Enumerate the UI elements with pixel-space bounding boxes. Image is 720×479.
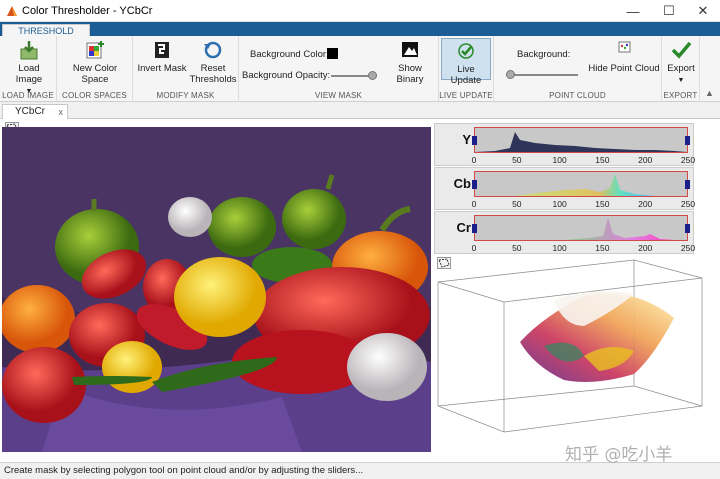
show-binary-label: Show Binary (396, 63, 424, 85)
window-title: Color Thresholder - YCbCr (22, 5, 153, 17)
export-icon (671, 41, 692, 59)
histogram-y-min-handle[interactable] (472, 136, 477, 145)
invert-mask-icon (155, 42, 169, 58)
histogram-cr: Cr 0 50 100 150 200 250 (434, 211, 696, 254)
group-export: Export ▼ EXPORT (662, 36, 700, 102)
group-point-cloud: Background: Hide Point Cloud POINT CLOUD (494, 36, 662, 102)
chevron-down-icon: ▼ (677, 77, 685, 84)
group-live-update: Live Update LIVE UPDATE (439, 36, 494, 102)
point-cloud-background-label: Background: (517, 49, 571, 60)
new-color-space-button[interactable]: New Color Space (60, 40, 130, 85)
group-label-live-update: LIVE UPDATE (439, 91, 493, 100)
group-view-mask: Background Color: Background Opacity: Sh… (239, 36, 439, 102)
point-cloud-background-slider[interactable] (506, 74, 578, 76)
ribbon-tab-strip (0, 22, 720, 36)
histogram-cr-ticks: 0 50 100 150 200 250 (471, 243, 696, 253)
load-image-button[interactable]: Load Image ▼ (4, 40, 54, 97)
document-tab-strip: YCbCr x (0, 103, 720, 120)
peppers-image (2, 127, 431, 452)
histogram-y-ticks: 0 50 100 150 200 250 (471, 155, 696, 165)
group-label-color-spaces: COLOR SPACES (62, 91, 127, 100)
background-opacity-slider-knob[interactable] (368, 71, 378, 80)
ribbon-toolbar: Load Image ▼ LOAD IMAGE New Color Space … (0, 36, 720, 102)
image-preview[interactable] (2, 127, 431, 452)
group-label-modify-mask: MODIFY MASK (156, 91, 215, 100)
histogram-cr-max-handle[interactable] (685, 224, 690, 233)
group-label-point-cloud: POINT CLOUD (549, 91, 606, 100)
export-button[interactable]: Export ▼ (663, 40, 699, 86)
reset-thresholds-icon (204, 41, 222, 59)
hide-point-cloud-button[interactable]: Hide Point Cloud (588, 40, 660, 74)
show-binary-button[interactable]: Show Binary (384, 40, 436, 85)
histogram-cr-label: Cr (456, 220, 471, 235)
group-load-image: Load Image ▼ LOAD IMAGE (0, 36, 57, 102)
document-tab-ycbcr[interactable]: YCbCr x (2, 104, 68, 120)
group-label-export: EXPORT (663, 91, 698, 100)
histogram-cb-ticks: 0 50 100 150 200 250 (471, 199, 696, 209)
reset-thresholds-button[interactable]: Reset Thresholds (189, 40, 237, 85)
new-color-space-label: New Color Space (72, 63, 118, 85)
reset-thresholds-label: Reset Thresholds (189, 63, 237, 85)
point-cloud-background-slider-knob[interactable] (505, 70, 515, 79)
group-color-spaces: New Color Space COLOR SPACES (57, 36, 133, 102)
invert-mask-button[interactable]: Invert Mask (137, 40, 187, 74)
background-color-label: Background Color: (250, 49, 329, 60)
minimize-button[interactable]: — (616, 0, 650, 22)
collapse-ribbon-icon[interactable]: ▲ (705, 88, 714, 98)
histogram-cr-min-handle[interactable] (472, 224, 477, 233)
live-update-label: Live Update (450, 64, 482, 86)
histogram-cb-min-handle[interactable] (472, 180, 477, 189)
histogram-cb-plot[interactable] (472, 171, 690, 197)
invert-mask-label: Invert Mask (137, 63, 187, 74)
histogram-y: Y 0 50 100 150 200 250 (434, 123, 696, 166)
hide-point-cloud-icon (618, 41, 631, 53)
group-modify-mask: Invert Mask Reset Thresholds MODIFY MASK (133, 36, 239, 102)
histogram-cb-max-handle[interactable] (685, 180, 690, 189)
histogram-cb-label: Cb (453, 176, 471, 191)
close-icon[interactable]: x (59, 105, 64, 119)
group-label-view-mask: VIEW MASK (314, 91, 363, 100)
app-icon (7, 6, 17, 16)
background-color-swatch[interactable] (327, 48, 338, 59)
histogram-y-max-handle[interactable] (685, 136, 690, 145)
close-button[interactable]: ✕ (686, 0, 720, 22)
document-tab-label: YCbCr (15, 106, 46, 117)
histogram-cr-plot[interactable] (472, 215, 690, 241)
histogram-y-plot[interactable] (472, 127, 690, 153)
point-cloud-3d-view[interactable] (434, 256, 720, 462)
show-binary-icon (402, 42, 418, 57)
live-update-button[interactable]: Live Update (441, 38, 491, 86)
group-label-load-image: LOAD IMAGE (2, 91, 54, 100)
maximize-button[interactable]: ☐ (652, 0, 686, 22)
histogram-cb: Cb 0 50 100 150 200 250 (434, 167, 696, 210)
background-opacity-label: Background Opacity: (242, 70, 331, 81)
load-image-label: Load Image (15, 63, 43, 85)
histogram-y-label: Y (462, 132, 471, 147)
load-image-icon (20, 41, 38, 60)
live-update-icon (458, 43, 474, 59)
watermark: 知乎 @吃小羊 (565, 445, 673, 465)
hide-point-cloud-label: Hide Point Cloud (588, 63, 660, 74)
title-bar: Color Thresholder - YCbCr — ☐ ✕ (0, 0, 720, 22)
export-label: Export (667, 63, 695, 74)
new-color-space-icon (86, 41, 104, 59)
